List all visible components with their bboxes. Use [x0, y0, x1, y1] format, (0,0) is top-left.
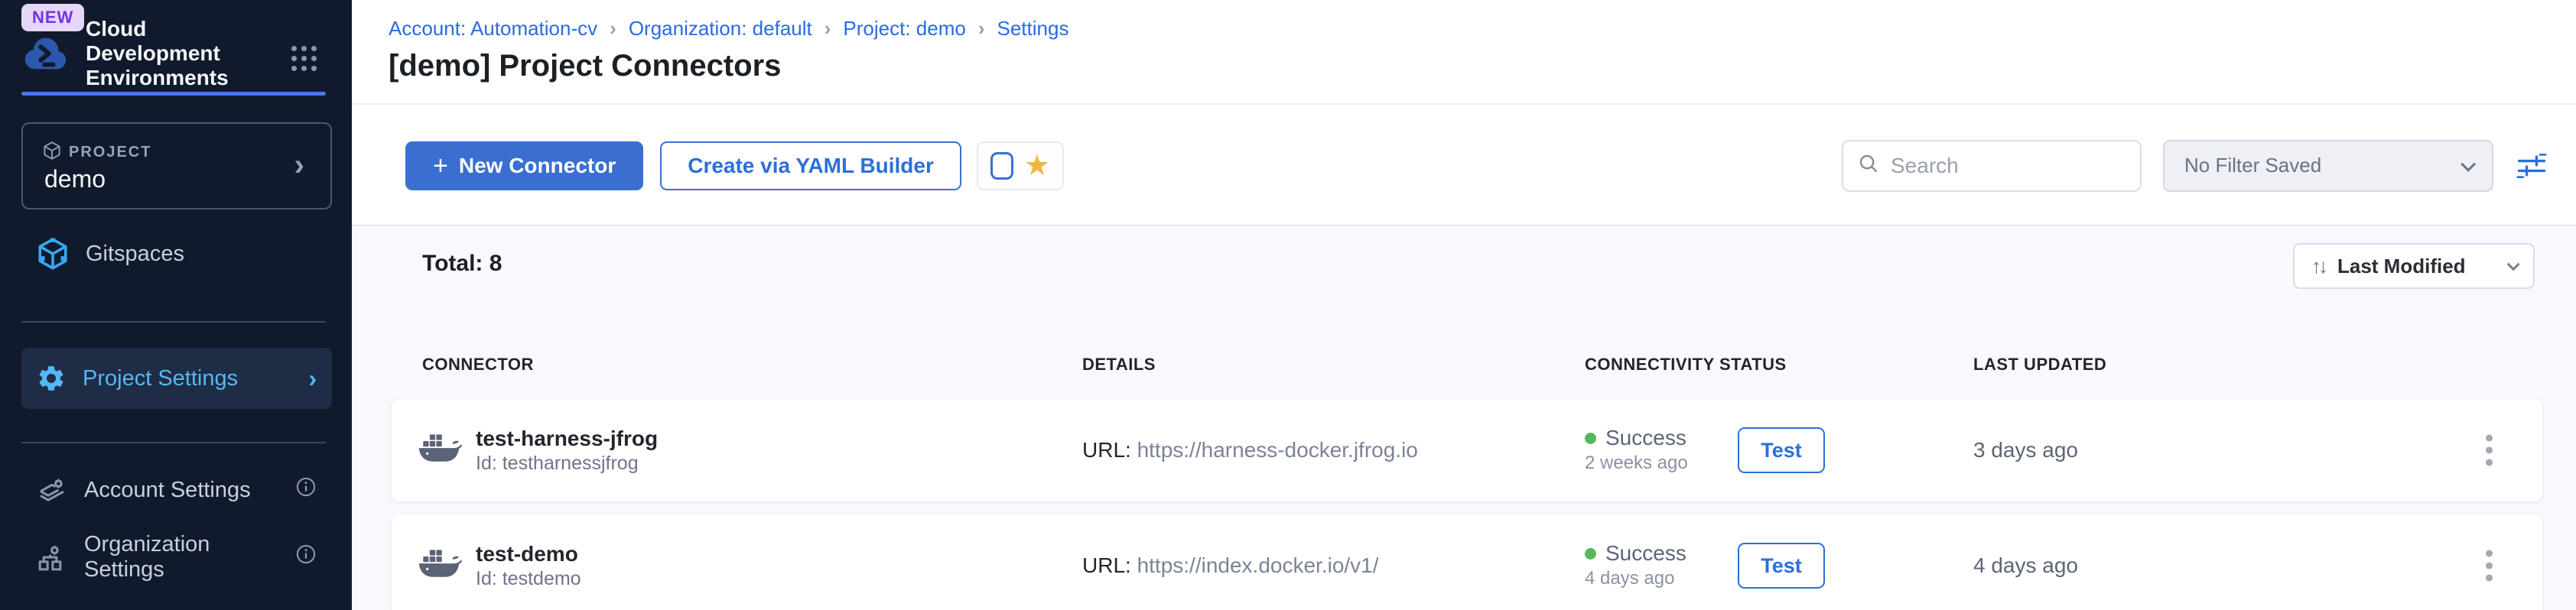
connector-list: Total: 8 ↑↓ Last Modified CONNECTOR DETA… [352, 228, 2576, 610]
toolbar: + New Connector Create via YAML Builder … [352, 106, 2576, 226]
connector-details: URL: https://harness-docker.jfrog.io [1082, 438, 1418, 462]
sort-arrows-icon: ↑↓ [2311, 255, 2325, 278]
column-header-connector: CONNECTOR [422, 355, 534, 375]
favorites-filter: ★ [977, 141, 1064, 190]
search-box [1842, 140, 2142, 192]
connector-id: Id: testdemo [476, 567, 581, 590]
project-selector[interactable]: PROJECT demo › [21, 122, 332, 209]
new-badge: NEW [21, 4, 84, 31]
project-label: PROJECT [69, 144, 151, 161]
page-title: [demo] Project Connectors [389, 49, 781, 83]
connector-row[interactable]: test-demo Id: testdemo URL: https://inde… [392, 514, 2542, 610]
sidebar-item-label: Account Settings [84, 478, 251, 503]
chevron-separator-icon: › [825, 17, 831, 41]
info-icon[interactable] [295, 476, 317, 504]
status-time: 4 days ago [1585, 567, 1686, 590]
test-connection-button[interactable]: Test [1738, 543, 1825, 589]
status-dot-icon [1585, 548, 1596, 560]
status-text: Success [1605, 426, 1686, 450]
org-gear-icon [37, 542, 67, 573]
connector-details: URL: https://index.docker.io/v1/ [1082, 553, 1379, 578]
connectivity-status: Success 2 weeks ago [1585, 426, 1688, 475]
sidebar-item-account-settings[interactable]: Account Settings [21, 466, 332, 514]
saved-filter-dropdown[interactable]: No Filter Saved [2163, 140, 2493, 192]
gear-icon [37, 364, 66, 393]
gitspaces-icon [37, 237, 69, 271]
sidebar-item-project-settings[interactable]: Project Settings › [21, 348, 332, 409]
sidebar-divider [21, 321, 326, 323]
yaml-builder-button[interactable]: Create via YAML Builder [660, 141, 961, 190]
kebab-menu-icon[interactable] [2478, 427, 2500, 474]
page: NEW Cloud Development Environments [0, 0, 2576, 610]
brand-accent-bar [21, 92, 326, 96]
breadcrumb-project[interactable]: Project: demo [843, 17, 965, 41]
connector-name: test-demo [476, 541, 581, 567]
chevron-right-icon: › [294, 150, 304, 180]
filter-sliders-icon[interactable] [2515, 149, 2548, 183]
chevron-separator-icon: › [610, 17, 616, 41]
chevron-down-icon [2507, 258, 2520, 271]
sidebar-item-label: Organization Settings [84, 532, 278, 582]
chevron-down-icon [2461, 156, 2476, 171]
connectivity-status: Success 4 days ago [1585, 541, 1686, 590]
connector-id: Id: testharnessjfrog [476, 452, 658, 475]
column-header-connectivity-status: CONNECTIVITY STATUS [1585, 355, 1787, 375]
app-title: Cloud Development Environments [86, 17, 239, 90]
connector-url: https://harness-docker.jfrog.io [1137, 438, 1418, 462]
apps-grid-icon[interactable] [291, 46, 317, 71]
docker-icon [418, 547, 462, 586]
search-icon [1857, 152, 1880, 179]
connector-row[interactable]: test-harness-jfrog Id: testharnessjfrog … [392, 399, 2542, 501]
status-time: 2 weeks ago [1585, 452, 1688, 475]
layers-gear-icon [37, 475, 67, 505]
sidebar-item-label: Project Settings [83, 366, 238, 391]
cde-logo-icon [21, 34, 69, 77]
total-count: Total: 8 [422, 251, 502, 277]
info-icon[interactable] [295, 543, 317, 571]
breadcrumb-settings[interactable]: Settings [997, 17, 1069, 41]
breadcrumb-organization[interactable]: Organization: default [629, 17, 812, 41]
breadcrumb: Account: Automation-cv › Organization: d… [389, 17, 1068, 41]
cube-icon [43, 141, 61, 164]
sort-dropdown[interactable]: ↑↓ Last Modified [2293, 243, 2535, 289]
last-updated: 4 days ago [1973, 553, 2078, 578]
search-input[interactable] [1891, 154, 2126, 178]
last-updated: 3 days ago [1973, 438, 2078, 462]
sidebar: NEW Cloud Development Environments [0, 0, 352, 610]
page-header: Account: Automation-cv › Organization: d… [352, 0, 2576, 105]
sidebar-item-gitspaces[interactable]: Gitspaces [21, 229, 332, 278]
status-dot-icon [1585, 433, 1596, 444]
connector-name: test-harness-jfrog [476, 426, 658, 452]
breadcrumb-account[interactable]: Account: Automation-cv [389, 17, 597, 41]
kebab-menu-icon[interactable] [2478, 543, 2500, 589]
sidebar-item-label: Gitspaces [86, 242, 184, 267]
main-content: Account: Automation-cv › Organization: d… [352, 0, 2576, 610]
project-name: demo [44, 165, 106, 193]
column-header-last-updated: LAST UPDATED [1973, 355, 2106, 375]
chevron-separator-icon: › [978, 17, 985, 41]
favorites-checkbox[interactable] [990, 152, 1013, 180]
test-connection-button[interactable]: Test [1738, 427, 1825, 473]
new-connector-button[interactable]: + New Connector [405, 141, 643, 190]
sidebar-item-organization-settings[interactable]: Organization Settings [21, 534, 332, 581]
star-icon[interactable]: ★ [1024, 151, 1050, 180]
sidebar-divider [21, 442, 326, 443]
status-text: Success [1605, 541, 1686, 566]
chevron-right-icon: › [308, 366, 317, 391]
connector-url: https://index.docker.io/v1/ [1137, 553, 1379, 577]
column-header-details: DETAILS [1082, 355, 1156, 375]
brand-header: NEW Cloud Development Environments [21, 0, 330, 92]
docker-icon [418, 431, 462, 470]
plus-icon: + [433, 153, 448, 179]
